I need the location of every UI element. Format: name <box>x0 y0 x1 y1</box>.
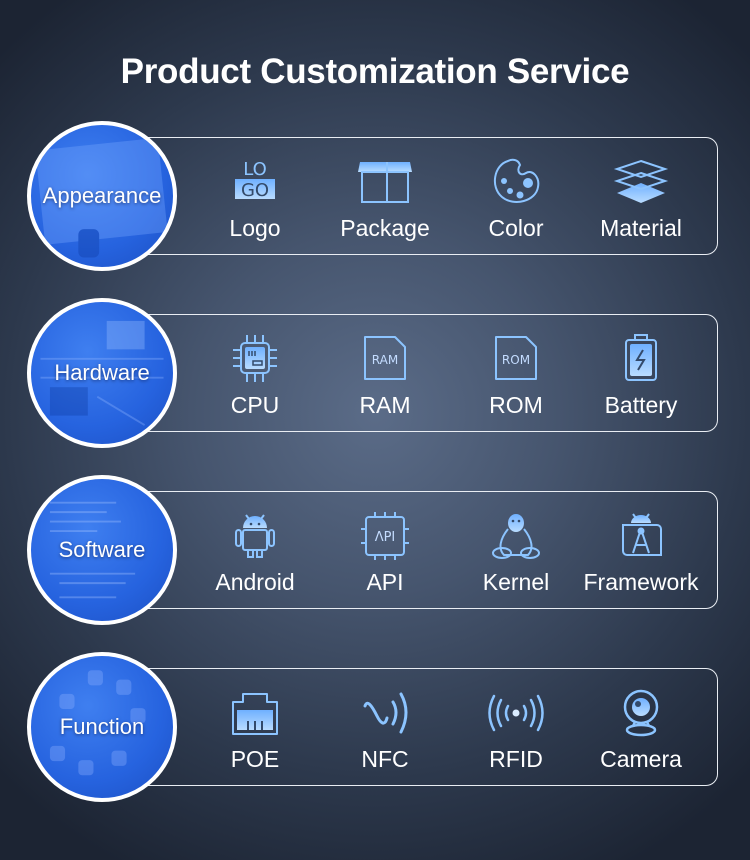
option-label: Kernel <box>482 569 550 595</box>
package-box-icon <box>357 157 413 207</box>
option-label: API <box>366 569 404 595</box>
option-kernel[interactable]: Kernel <box>451 491 581 609</box>
option-battery[interactable]: Battery <box>576 314 706 432</box>
ram-card-icon: RAM <box>357 334 413 384</box>
option-ram[interactable]: RAM RAM <box>320 314 450 432</box>
option-label: Battery <box>604 392 678 418</box>
svg-text:ΛPI: ΛPI <box>375 530 396 545</box>
android-studio-icon <box>613 511 669 561</box>
option-material[interactable]: Material <box>576 137 706 255</box>
section-hardware: Hardware CPU RAM RAM ROM ROM Battery <box>0 298 750 448</box>
svg-text:LO: LO <box>243 159 267 180</box>
option-framework[interactable]: Framework <box>576 491 706 609</box>
section-software: Software Android ΛPI API Kernel Framewor… <box>0 475 750 625</box>
nfc-icon <box>357 688 413 738</box>
option-label: CPU <box>230 392 280 418</box>
option-camera[interactable]: Camera <box>576 668 706 786</box>
category-label: Hardware <box>54 360 150 385</box>
option-label: ROM <box>489 392 543 418</box>
battery-icon <box>613 334 669 384</box>
palette-icon <box>488 157 544 207</box>
layers-icon <box>613 157 669 207</box>
option-label: RAM <box>359 392 411 418</box>
option-package[interactable]: Package <box>320 137 450 255</box>
option-rfid[interactable]: RFID <box>451 668 581 786</box>
option-label: Camera <box>600 746 682 772</box>
api-chip-icon: ΛPI <box>357 511 413 561</box>
option-label: Material <box>600 215 682 241</box>
option-label: Android <box>215 569 295 595</box>
option-label: Color <box>488 215 544 241</box>
category-label: Appearance <box>42 183 162 208</box>
section-function: Function POE NFC RFID Camera <box>0 652 750 802</box>
option-poe[interactable]: POE <box>190 668 320 786</box>
svg-text:RAM: RAM <box>372 353 398 367</box>
rom-card-icon: ROM <box>488 334 544 384</box>
option-rom[interactable]: ROM ROM <box>451 314 581 432</box>
linux-penguin-icon <box>488 511 544 561</box>
option-label: NFC <box>361 746 409 772</box>
android-icon <box>227 511 283 561</box>
option-nfc[interactable]: NFC <box>320 668 450 786</box>
option-label: RFID <box>489 746 543 772</box>
page-title: Product Customization Service <box>120 52 630 91</box>
option-api[interactable]: ΛPI API <box>320 491 450 609</box>
svg-text:GO: GO <box>241 180 269 201</box>
ethernet-port-icon <box>227 688 283 738</box>
option-cpu[interactable]: CPU <box>190 314 320 432</box>
option-color[interactable]: Color <box>451 137 581 255</box>
section-appearance: Appearance LO GO Logo Package Color Mate… <box>0 121 750 271</box>
category-badge-function[interactable]: Function <box>27 652 177 802</box>
option-label: Package <box>340 215 430 241</box>
logo-icon: LO GO <box>227 157 283 207</box>
option-label: Framework <box>583 569 699 595</box>
category-badge-software[interactable]: Software <box>27 475 177 625</box>
svg-text:ROM: ROM <box>502 353 530 367</box>
rfid-signal-icon <box>488 688 544 738</box>
cpu-chip-icon <box>227 334 283 384</box>
webcam-icon <box>613 688 669 738</box>
category-badge-hardware[interactable]: Hardware <box>27 298 177 448</box>
category-badge-appearance[interactable]: Appearance <box>27 121 177 271</box>
option-label: POE <box>230 746 280 772</box>
option-android[interactable]: Android <box>190 491 320 609</box>
category-label: Function <box>59 714 145 739</box>
option-label: Logo <box>229 215 281 241</box>
category-label: Software <box>58 537 146 562</box>
option-logo[interactable]: LO GO Logo <box>190 137 320 255</box>
